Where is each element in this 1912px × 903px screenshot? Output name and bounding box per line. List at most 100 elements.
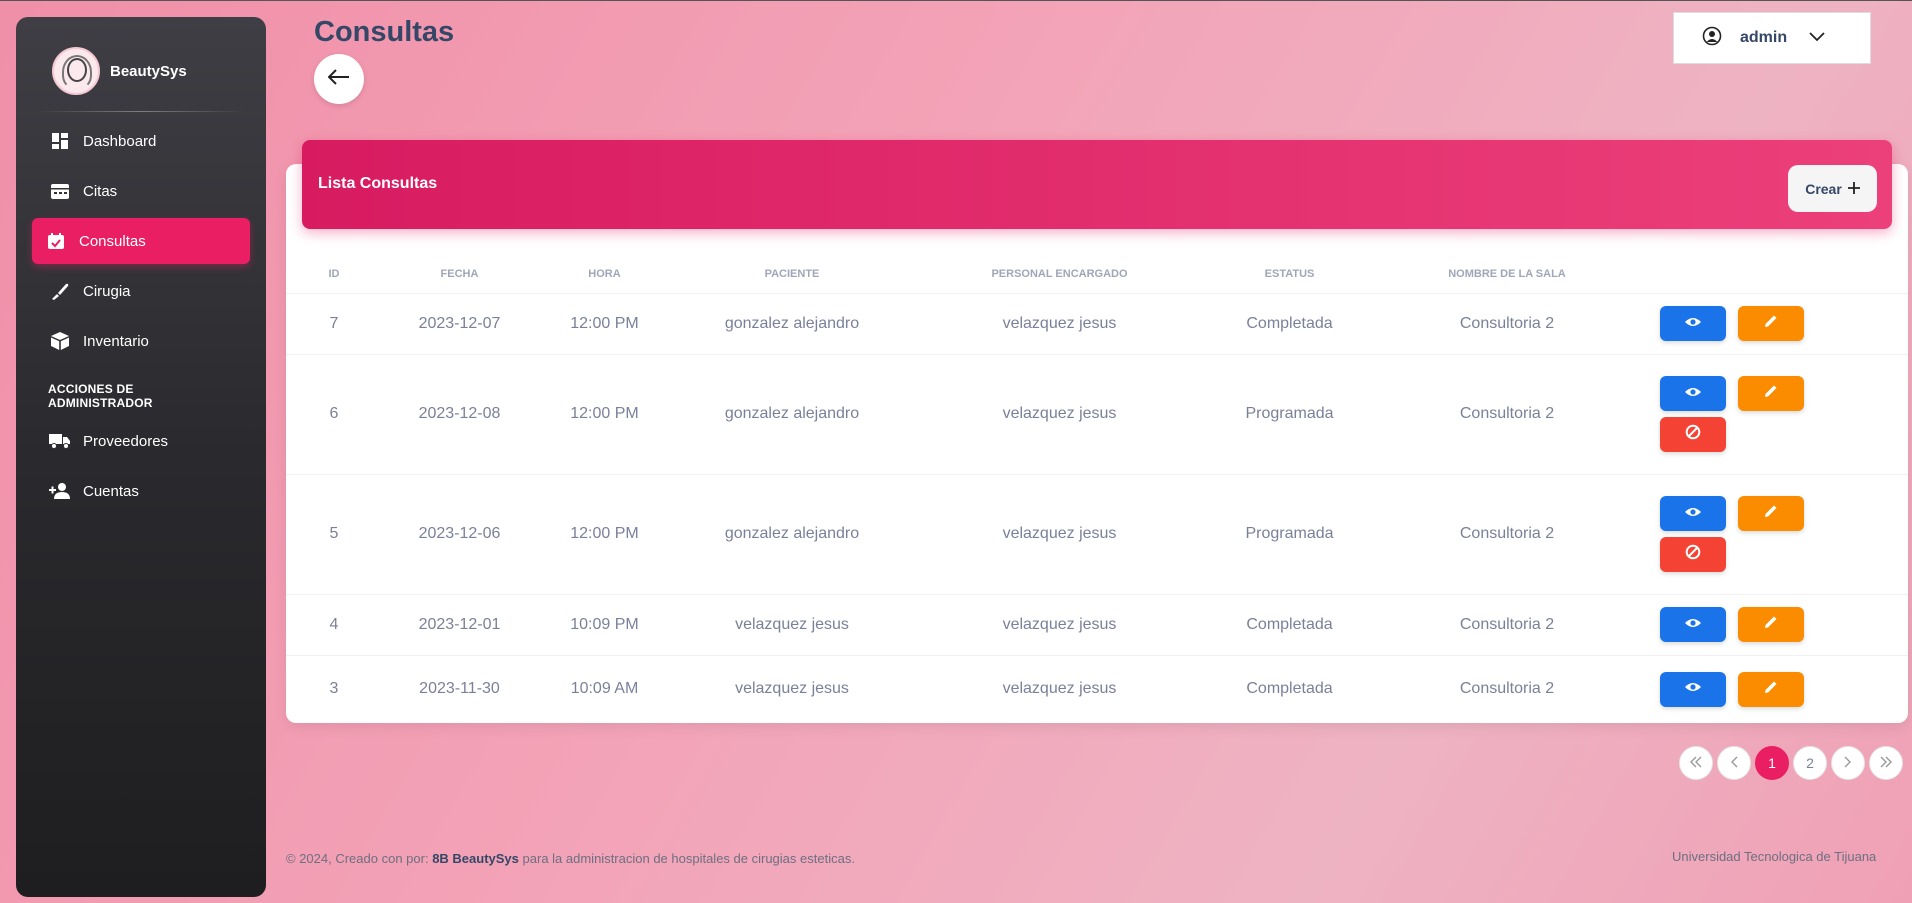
sidebar-item-citas[interactable]: Citas: [32, 168, 250, 214]
block-icon: [1685, 544, 1701, 565]
page-button-2[interactable]: 2: [1793, 746, 1827, 780]
column-header-hora: HORA: [537, 255, 672, 294]
view-button[interactable]: [1660, 671, 1726, 707]
chevron-down-icon: [1809, 29, 1825, 47]
table-row: 6 2023-12-08 12:00 PM gonzalez alejandro…: [286, 354, 1908, 475]
footer-author-link[interactable]: 8B BeautySys: [432, 851, 519, 866]
edit-button[interactable]: [1738, 607, 1804, 642]
cell-sala: Consultoria 2: [1459, 680, 1555, 698]
table-header-row: ID FECHA HORA PACIENTE PERSONAL ENCARGAD…: [286, 255, 1908, 294]
create-button[interactable]: Crear: [1788, 165, 1877, 212]
cell-personal: velazquez jesus: [912, 293, 1207, 355]
eye-icon: [1684, 680, 1702, 698]
card-header: Lista Consultas Crear: [302, 140, 1892, 229]
cell-personal: velazquez jesus: [1002, 680, 1117, 698]
cell-sala: Consultoria 2: [1372, 474, 1642, 595]
sidebar-divider: [36, 111, 246, 112]
cell-id: 6: [286, 354, 382, 475]
sidebar-section-title: ACCIONES DE ADMINISTRADOR: [48, 382, 153, 410]
edit-button[interactable]: [1738, 376, 1804, 411]
scalpel-icon: [49, 280, 71, 302]
pencil-icon: [1764, 314, 1778, 333]
card-title: Lista Consultas: [318, 175, 438, 192]
cell-sala: Consultoria 2: [1372, 354, 1642, 475]
user-menu[interactable]: admin: [1673, 12, 1871, 64]
table-row: 3 2023-11-30 10:09 AM velazquez jesus ve…: [286, 655, 1908, 723]
sidebar-item-label: Consultas: [79, 232, 146, 250]
user-circle-icon: [1702, 26, 1722, 51]
cell-hora: 12:00 PM: [537, 354, 672, 475]
cell-id: 7: [286, 293, 382, 355]
cell-paciente: velazquez jesus: [735, 680, 849, 698]
brand-name: BeautySys: [110, 62, 187, 80]
cell-hora: 12:00 PM: [537, 474, 672, 595]
cell-paciente: gonzalez alejandro: [672, 474, 912, 595]
sidebar-item-inventario[interactable]: Inventario: [32, 318, 250, 364]
edit-button[interactable]: [1738, 306, 1804, 341]
back-button[interactable]: [314, 54, 364, 104]
table-row: 7 2023-12-07 12:00 PM gonzalez alejandro…: [286, 293, 1908, 355]
footer-suffix: para la administracion de hospitales de …: [522, 851, 855, 866]
pencil-icon: [1764, 504, 1778, 523]
page-title: Consultas: [314, 16, 455, 48]
cell-actions: [1642, 655, 1908, 723]
last-page-button[interactable]: [1869, 746, 1903, 780]
cell-paciente: gonzalez alejandro: [672, 293, 912, 355]
cell-actions: [1642, 594, 1908, 656]
view-button[interactable]: [1660, 607, 1726, 642]
sidebar-item-label: Proveedores: [83, 432, 169, 450]
column-header-estatus: ESTATUS: [1207, 255, 1372, 294]
double-chevron-right-icon: [1879, 755, 1893, 771]
sidebar-item-cuentas[interactable]: Cuentas: [32, 468, 250, 514]
first-page-button[interactable]: [1679, 746, 1713, 780]
cancel-button[interactable]: [1660, 537, 1726, 572]
eye-icon: [1684, 616, 1702, 634]
view-button[interactable]: [1660, 496, 1726, 531]
cell-id: 4: [286, 594, 382, 656]
cell-fecha: 2023-12-07: [382, 293, 537, 355]
view-button[interactable]: [1660, 306, 1726, 341]
column-header-personal: PERSONAL ENCARGADO: [912, 255, 1207, 294]
sidebar-item-dashboard[interactable]: Dashboard: [32, 118, 250, 164]
edit-button[interactable]: [1738, 671, 1804, 707]
cell-sala: Consultoria 2: [1372, 293, 1642, 355]
cell-fecha: 2023-11-30: [419, 680, 500, 698]
cell-actions: [1642, 354, 1908, 475]
brand[interactable]: BeautySys: [16, 39, 266, 103]
eye-icon: [1684, 315, 1702, 333]
chevron-left-icon: [1730, 755, 1738, 771]
cell-fecha: 2023-12-08: [382, 354, 537, 475]
column-header-paciente: PACIENTE: [672, 255, 912, 294]
sidebar-item-label: Inventario: [83, 332, 149, 350]
cell-paciente: gonzalez alejandro: [672, 354, 912, 475]
view-button[interactable]: [1660, 376, 1726, 411]
sidebar-item-cirugia[interactable]: Cirugia: [32, 268, 250, 314]
double-chevron-left-icon: [1689, 755, 1703, 771]
cell-actions: [1642, 293, 1908, 355]
sidebar-item-consultas[interactable]: Consultas: [32, 218, 250, 264]
person-add-icon: [49, 480, 71, 502]
chevron-right-icon: [1844, 755, 1852, 771]
dashboard-icon: [49, 130, 71, 152]
block-icon: [1685, 424, 1701, 445]
next-page-button[interactable]: [1831, 746, 1865, 780]
sidebar-item-proveedores[interactable]: Proveedores: [32, 418, 250, 464]
create-label: Crear: [1805, 180, 1842, 197]
cell-estatus: Programada: [1207, 354, 1372, 475]
cancel-button[interactable]: [1660, 417, 1726, 452]
column-header-sala: NOMBRE DE LA SALA: [1372, 255, 1642, 294]
page-button-1[interactable]: 1: [1755, 746, 1789, 780]
arrow-left-icon: [327, 68, 350, 90]
cell-personal: velazquez jesus: [912, 594, 1207, 656]
footer-credits: © 2024, Creado con por: 8B BeautySys par…: [286, 851, 855, 866]
cell-estatus: Completada: [1207, 594, 1372, 656]
pencil-icon: [1764, 615, 1778, 634]
cell-sala: Consultoria 2: [1372, 594, 1642, 656]
edit-button[interactable]: [1738, 496, 1804, 531]
column-header-actions: [1642, 255, 1908, 294]
cell-hora: 12:00 PM: [537, 293, 672, 355]
prev-page-button[interactable]: [1717, 746, 1751, 780]
footer-university-link[interactable]: Universidad Tecnologica de Tijuana: [1672, 849, 1876, 864]
cell-actions: [1642, 474, 1908, 595]
plus-icon: [1847, 181, 1860, 197]
